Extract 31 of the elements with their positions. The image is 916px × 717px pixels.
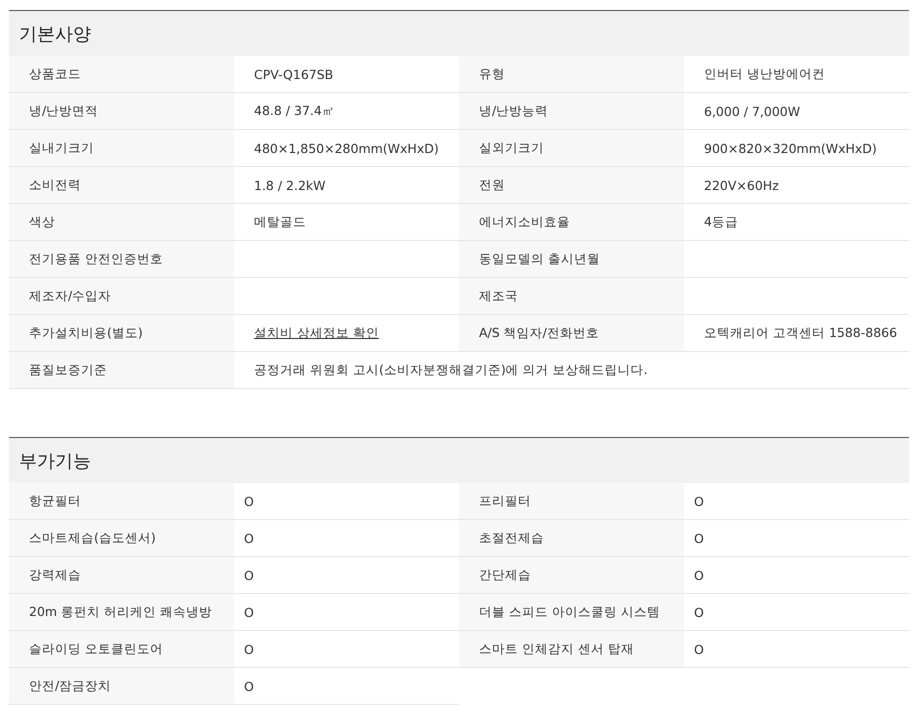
feature-label: 항균필터 <box>9 483 234 520</box>
spec-label: 제조자/수입자 <box>9 278 234 315</box>
spec-label: 실외기크기 <box>459 130 684 167</box>
spec-label: 냉/난방면적 <box>9 93 234 130</box>
install-cost-link[interactable]: 설치비 상세정보 확인 <box>254 324 379 342</box>
spec-label: 동일모델의 출시년월 <box>459 241 684 278</box>
spec-label: A/S 책임자/전화번호 <box>459 315 684 352</box>
feature-label: 20m 롱펀치 허리케인 쾌속냉방 <box>9 594 234 631</box>
feature-label: 초절전제습 <box>459 520 684 557</box>
spec-label: 전기용품 안전인증번호 <box>9 241 234 278</box>
section-title: 부가기능 <box>9 438 909 483</box>
spec-label: 유형 <box>459 56 684 93</box>
feature-label: 슬라이딩 오토클린도어 <box>9 631 234 668</box>
feature-label: 더블 스피드 아이스쿨링 시스템 <box>459 594 684 631</box>
spec-label: 색상 <box>9 204 234 241</box>
feature-label: 강력제습 <box>9 557 234 594</box>
spec-label: 추가설치비용(별도) <box>9 315 234 352</box>
feature-label: 스마트제습(습도센서) <box>9 520 234 557</box>
spec-label: 제조국 <box>459 278 684 315</box>
spec-label: 에너지소비효율 <box>459 204 684 241</box>
spec-label: 상품코드 <box>9 56 234 93</box>
spec-label: 실내기크기 <box>9 130 234 167</box>
feature-label: 간단제습 <box>459 557 684 594</box>
spec-label: 품질보증기준 <box>9 352 234 389</box>
section-title: 기본사양 <box>9 11 909 56</box>
feature-label: 안전/잠금장치 <box>9 668 234 705</box>
feature-label: 프리필터 <box>459 483 684 520</box>
spec-label: 소비전력 <box>9 167 234 204</box>
feature-label: 스마트 인체감지 센서 탑재 <box>459 631 684 668</box>
spec-label: 전원 <box>459 167 684 204</box>
spec-label: 냉/난방능력 <box>459 93 684 130</box>
